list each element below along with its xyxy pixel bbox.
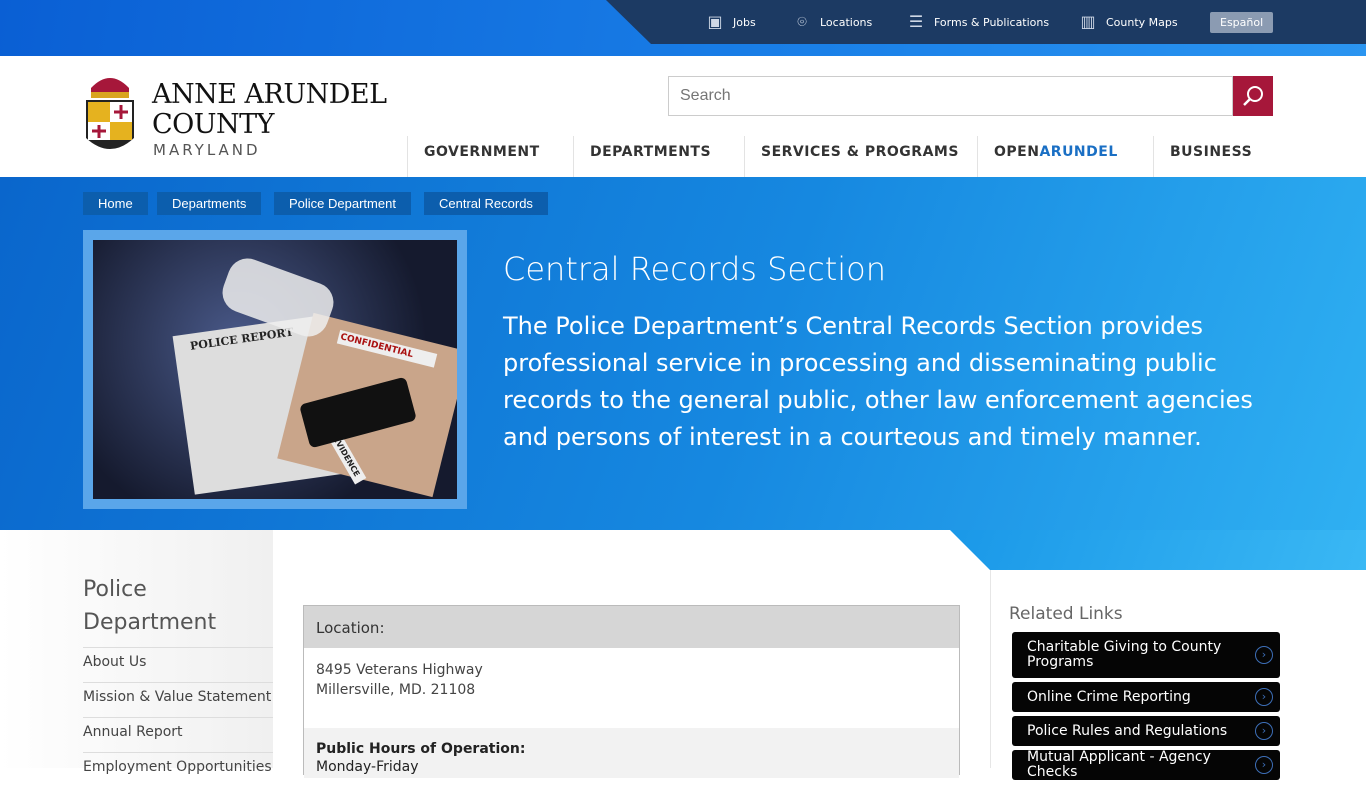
nav-open: OPEN: [994, 144, 1040, 160]
map-pin-icon: ⌾: [797, 12, 807, 31]
police-report-image: POLICE REPORT CONFIDENTIAL EVIDENCE: [93, 240, 457, 499]
hero-photo: POLICE REPORT CONFIDENTIAL EVIDENCE: [83, 230, 467, 509]
photo-confidential-text: CONFIDENTIAL: [336, 329, 438, 368]
forms-link[interactable]: ☰ Forms & Publications: [906, 12, 1049, 32]
nav-business[interactable]: BUSINESS: [1153, 136, 1283, 177]
search-button[interactable]: [1233, 76, 1273, 116]
sidebar-item-annual-report[interactable]: Annual Report: [83, 717, 273, 752]
forms-label: Forms & Publications: [934, 15, 1050, 29]
hours-section: Public Hours of Operation: Monday-Friday: [304, 728, 959, 778]
locations-link[interactable]: ⌾ Locations: [792, 12, 872, 32]
breadcrumb-police-department[interactable]: Police Department: [274, 192, 411, 215]
related-link-label: Mutual Applicant - Agency Checks: [1027, 749, 1211, 780]
page-title: Central Records Section: [503, 250, 886, 288]
jobs-link[interactable]: ▣ Jobs: [705, 12, 756, 32]
related-link-online-crime[interactable]: Online Crime Reporting ›: [1012, 682, 1280, 712]
logo-line1: ANNE ARUNDEL: [152, 79, 387, 110]
sidebar-item-employment[interactable]: Employment Opportunities: [83, 752, 273, 787]
page-description: The Police Department’s Central Records …: [503, 312, 1253, 451]
location-heading: Location:: [304, 606, 959, 648]
locations-label: Locations: [820, 15, 873, 29]
chevron-right-icon: ›: [1255, 756, 1273, 774]
address-line1: 8495 Veterans Highway: [316, 662, 483, 678]
location-card: Location: 8495 Veterans Highway Millersvi…: [303, 605, 960, 778]
related-links-title: Related Links: [1009, 604, 1123, 624]
search-input[interactable]: [668, 76, 1233, 116]
nav-openarundel[interactable]: OPENARUNDEL: [977, 136, 1153, 177]
chevron-right-icon: ›: [1255, 722, 1273, 740]
hours-heading: Public Hours of Operation:: [316, 741, 526, 757]
nav-arundel: ARUNDEL: [1039, 144, 1118, 160]
county-seal-logo[interactable]: [83, 68, 137, 160]
related-link-label: Charitable Giving to County Programs: [1027, 639, 1222, 670]
sidebar-item-mission[interactable]: Mission & Value Statement: [83, 682, 273, 717]
location-address: 8495 Veterans Highway Millersville, MD. 2…: [304, 648, 959, 728]
nav-services-programs[interactable]: SERVICES & PROGRAMS: [744, 136, 977, 177]
nav-departments[interactable]: DEPARTMENTS: [573, 136, 744, 177]
hero-extension: [950, 530, 1366, 570]
nav-government[interactable]: GOVERNMENT: [407, 136, 573, 177]
related-link-label: Police Rules and Regulations: [1027, 722, 1228, 739]
chevron-right-icon: ›: [1255, 646, 1273, 664]
related-link-label: Online Crime Reporting: [1027, 688, 1191, 705]
logo-title: ANNE ARUNDEL COUNTY: [152, 80, 387, 140]
maps-label: County Maps: [1106, 15, 1178, 29]
search-icon: [1243, 86, 1263, 106]
related-link-mutual-applicant[interactable]: Mutual Applicant - Agency Checks ›: [1012, 750, 1280, 780]
logo-line2: COUNTY: [152, 109, 275, 140]
breadcrumb-home[interactable]: Home: [83, 192, 148, 215]
chevron-right-icon: ›: [1255, 688, 1273, 706]
hours-days: Monday-Friday: [316, 759, 419, 775]
address-line2: Millersville, MD. 21108: [316, 682, 476, 698]
logo-state: MARYLAND: [153, 141, 261, 159]
sidebar-item-about-us[interactable]: About Us: [83, 647, 273, 682]
map-icon: ▥: [1080, 12, 1096, 31]
briefcase-icon: ▣: [707, 12, 723, 31]
sidebar-title: Police Department: [83, 577, 217, 635]
related-link-rules[interactable]: Police Rules and Regulations ›: [1012, 716, 1280, 746]
jobs-label: Jobs: [733, 15, 756, 29]
related-link-charitable-giving[interactable]: Charitable Giving to County Programs ›: [1012, 632, 1280, 678]
breadcrumb-central-records[interactable]: Central Records: [424, 192, 548, 215]
breadcrumb-departments[interactable]: Departments: [157, 192, 262, 215]
county-maps-link[interactable]: ▥ County Maps: [1078, 12, 1178, 32]
espanol-button[interactable]: Español: [1210, 12, 1274, 33]
document-icon: ☰: [908, 12, 924, 31]
